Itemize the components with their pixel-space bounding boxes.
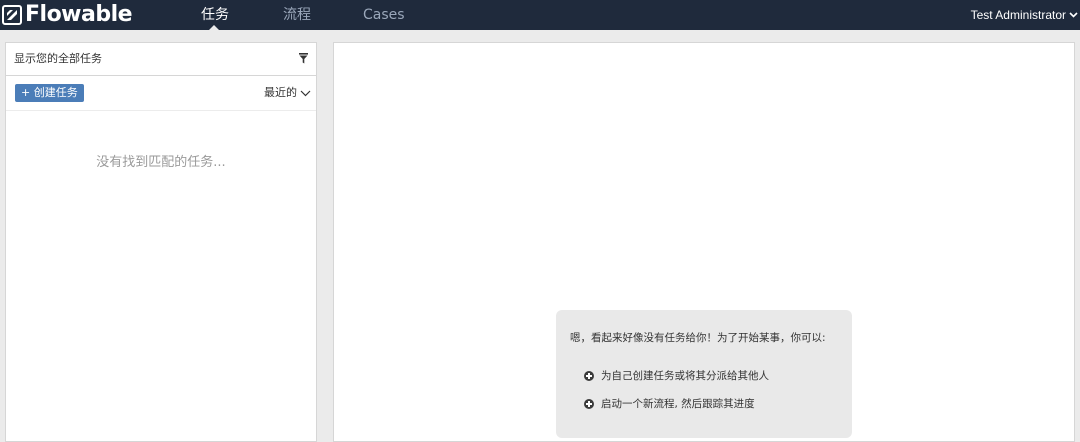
flowable-logo-icon bbox=[2, 5, 22, 25]
top-nav-bar: Flowable 任务 流程 Cases Test Administrator bbox=[0, 0, 1080, 31]
logo-text: Flowable bbox=[25, 2, 133, 27]
sort-label: 最近的 bbox=[264, 86, 297, 99]
active-tab-indicator bbox=[208, 25, 220, 31]
task-list-panel: 显示您的全部任务 + 创建任务 最近的 没有找到匹配的任务... bbox=[5, 42, 317, 442]
plus-circle-icon bbox=[584, 370, 594, 381]
help-item-start-process[interactable]: 启动一个新流程, 然后跟踪其进度 bbox=[584, 396, 755, 411]
user-name: Test Administrator bbox=[970, 8, 1066, 22]
help-item-create-task[interactable]: 为自己创建任务或将其分派给其他人 bbox=[584, 368, 769, 383]
tab-processes[interactable]: 流程 bbox=[283, 0, 311, 30]
filter-icon[interactable] bbox=[299, 53, 308, 64]
chevron-down-icon bbox=[300, 90, 311, 96]
flowable-logo[interactable]: Flowable bbox=[2, 2, 133, 27]
plus-circle-icon bbox=[584, 398, 594, 409]
help-intro-text: 嗯，看起来好像没有任务给你！为了开始某事，你可以: bbox=[570, 332, 826, 344]
empty-task-message: 没有找到匹配的任务... bbox=[96, 155, 226, 170]
help-item-label: 为自己创建任务或将其分派给其他人 bbox=[601, 370, 769, 382]
user-menu[interactable]: Test Administrator bbox=[971, 0, 1078, 30]
sort-dropdown[interactable]: 最近的 bbox=[264, 84, 311, 102]
task-filter-bar[interactable]: 显示您的全部任务 bbox=[6, 43, 316, 76]
filter-label: 显示您的全部任务 bbox=[14, 52, 102, 65]
help-item-label: 启动一个新流程, 然后跟踪其进度 bbox=[601, 398, 755, 410]
task-actions-row: + 创建任务 最近的 bbox=[6, 76, 316, 111]
chevron-down-icon bbox=[1069, 12, 1078, 18]
create-task-button[interactable]: + 创建任务 bbox=[15, 84, 84, 102]
getting-started-box: 嗯，看起来好像没有任务给你！为了开始某事，你可以: 为自己创建任务或将其分派给其… bbox=[556, 310, 852, 438]
tab-cases[interactable]: Cases bbox=[363, 0, 405, 30]
